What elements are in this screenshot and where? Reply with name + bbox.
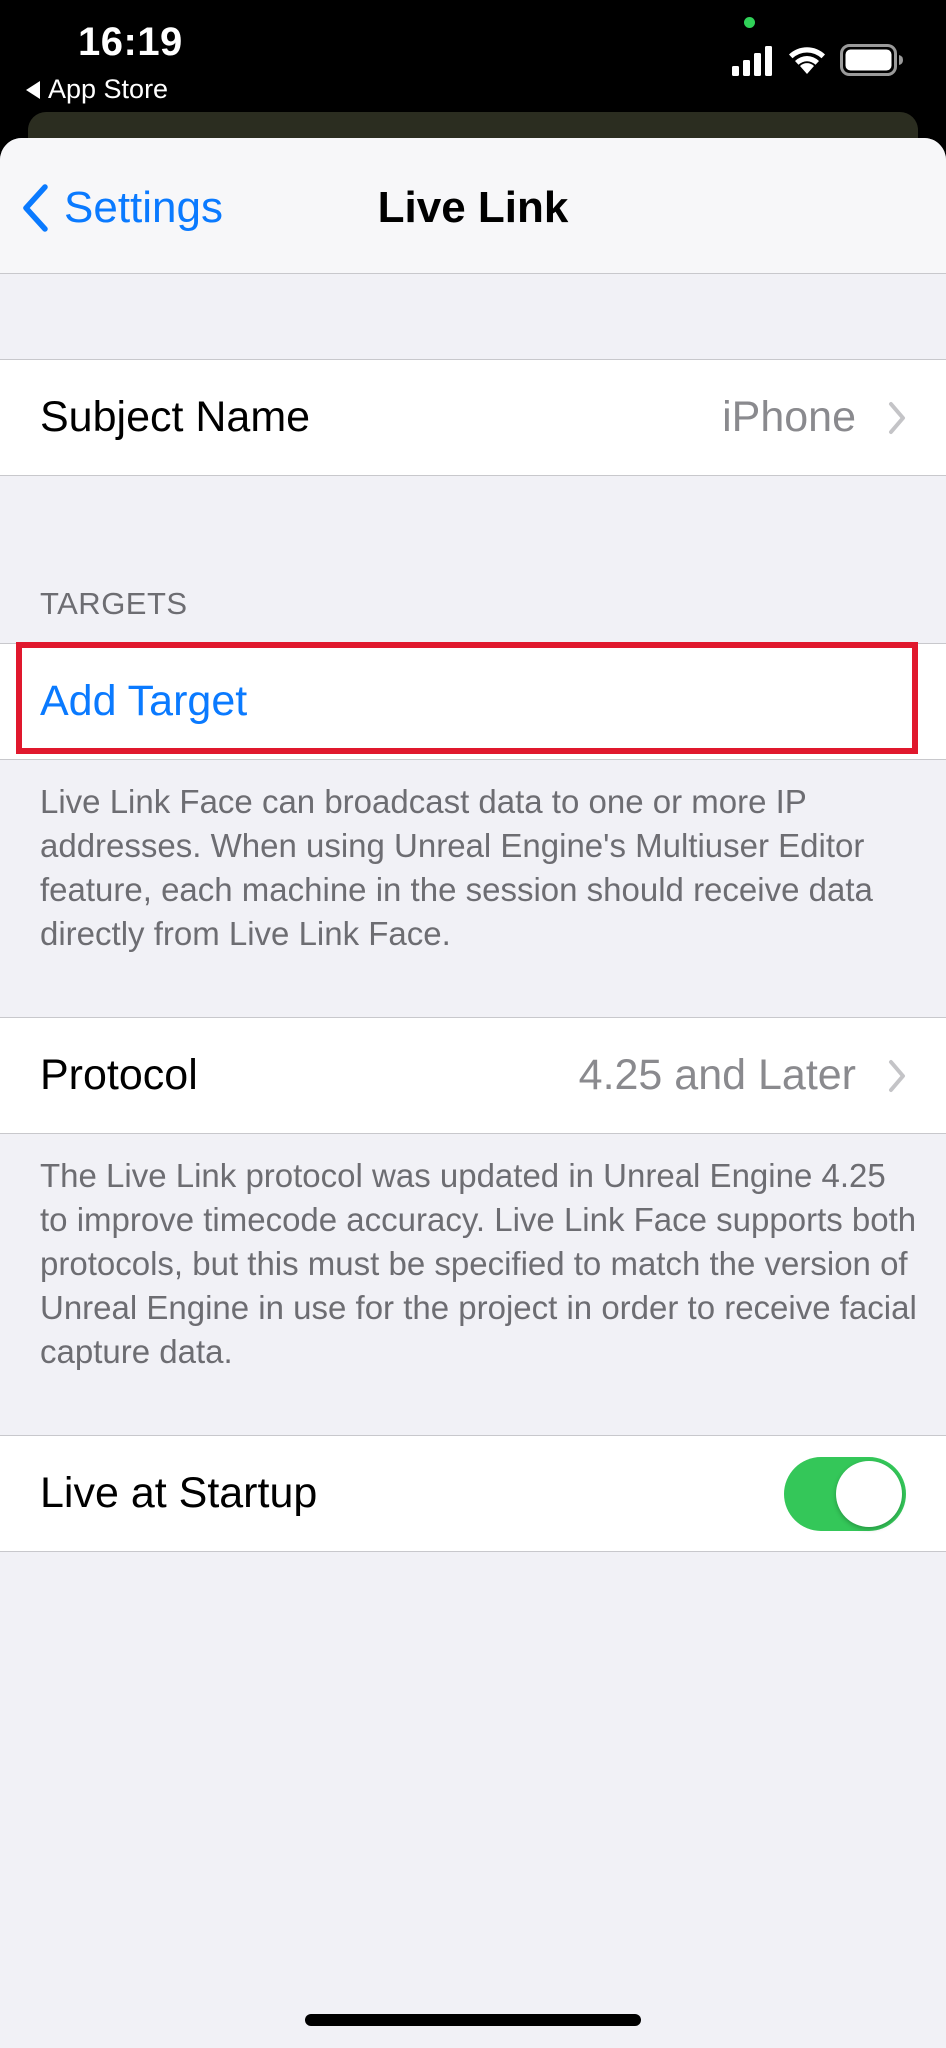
protocol-label: Protocol [40, 1051, 198, 1099]
add-target-row[interactable]: Add Target [0, 643, 946, 760]
settings-sheet: Settings Live Link Subject Name iPhone T… [0, 138, 946, 2048]
subject-name-row[interactable]: Subject Name iPhone [0, 359, 946, 476]
protocol-footer-text: The Live Link protocol was updated in Un… [40, 1157, 917, 1370]
live-at-startup-row: Live at Startup [0, 1435, 946, 1552]
toggle-knob [836, 1460, 902, 1527]
status-time: 16:19 [78, 20, 183, 64]
camera-in-use-indicator [744, 17, 755, 28]
cellular-signal-icon [732, 46, 772, 76]
back-to-app-store[interactable]: App Store [26, 74, 168, 105]
targets-section-header: TARGETS [40, 586, 188, 621]
subject-name-value: iPhone [722, 393, 856, 441]
chevron-right-icon [889, 1059, 905, 1092]
live-at-startup-toggle[interactable] [784, 1456, 906, 1531]
navigation-bar: Settings Live Link [0, 138, 946, 274]
subject-name-label: Subject Name [40, 393, 311, 441]
live-at-startup-label: Live at Startup [40, 1469, 318, 1517]
protocol-value: 4.25 and Later [578, 1051, 856, 1099]
add-target-button[interactable]: Add Target [40, 644, 247, 759]
page-title: Live Link [377, 183, 569, 232]
chevron-right-icon [889, 401, 905, 434]
protocol-row[interactable]: Protocol 4.25 and Later [0, 1017, 946, 1134]
back-triangle-icon [26, 80, 40, 99]
targets-footer-text: Live Link Face can broadcast data to one… [40, 783, 873, 952]
home-indicator [305, 2014, 641, 2026]
battery-icon [840, 44, 903, 76]
wifi-icon [789, 47, 825, 74]
back-app-label: App Store [48, 74, 169, 104]
